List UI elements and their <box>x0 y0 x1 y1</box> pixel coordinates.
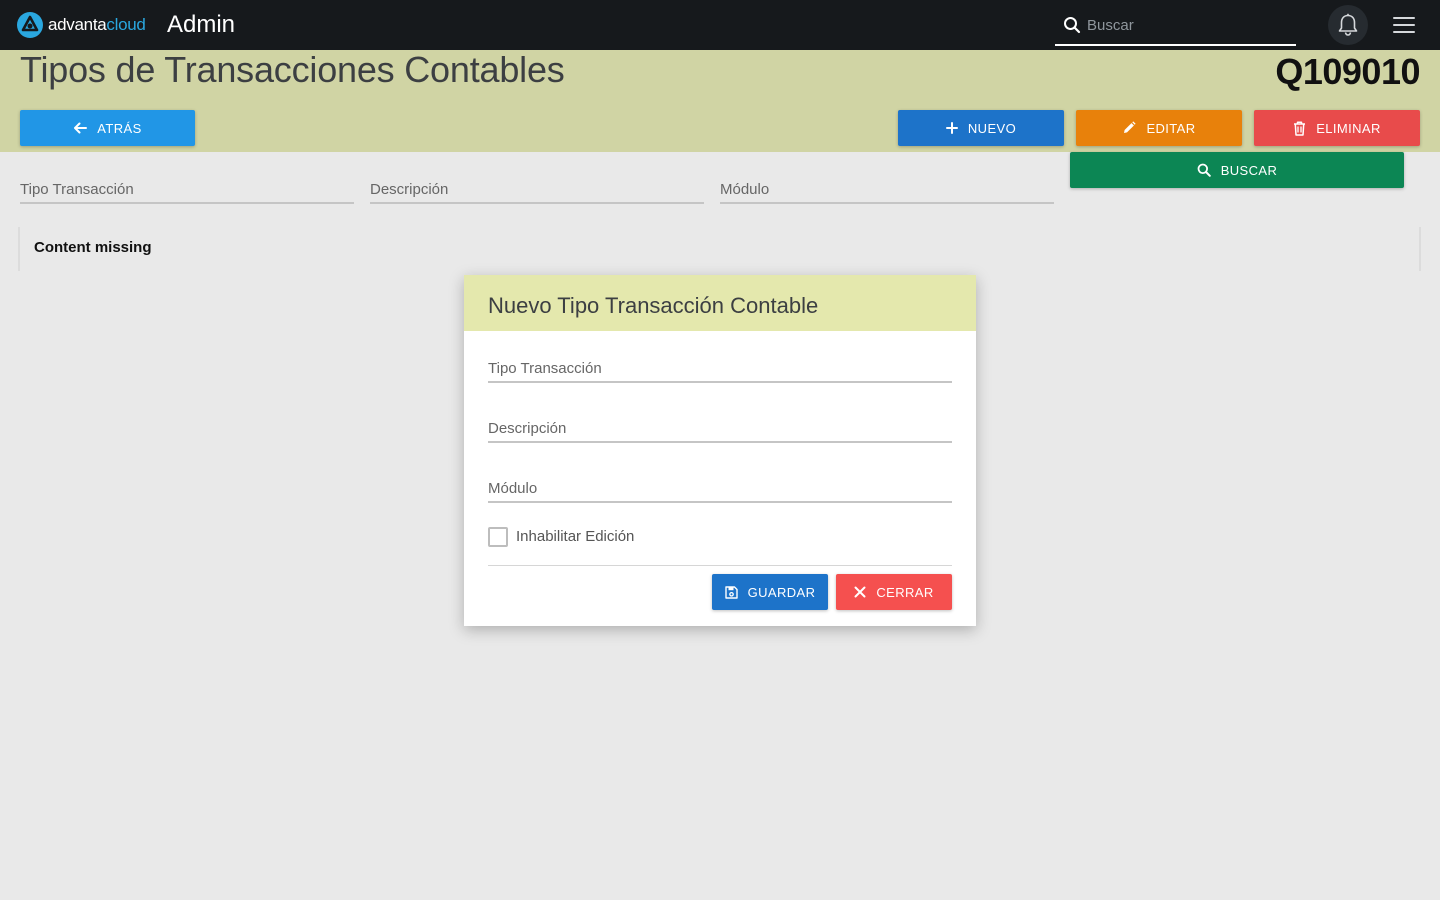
modulo-field[interactable]: Módulo <box>488 477 952 503</box>
filter-descripcion[interactable]: Descripción <box>370 178 704 204</box>
close-button[interactable]: CERRAR <box>836 574 952 610</box>
back-button-label: ATRÁS <box>97 120 142 136</box>
page-code: Q109010 <box>1275 51 1420 92</box>
trash-icon <box>1294 120 1306 136</box>
app-title: Admin <box>167 11 236 38</box>
global-search <box>1055 8 1296 46</box>
brand-name-part1: advanta <box>48 15 107 34</box>
search-icon <box>1197 163 1211 177</box>
pencil-icon <box>1124 121 1137 133</box>
save-button-label: GUARDAR <box>747 584 816 600</box>
close-icon <box>854 586 866 598</box>
filter-tipo-transaccion[interactable]: Tipo Transacción <box>20 178 354 204</box>
tipo-transaccion-field[interactable]: Tipo Transacción <box>488 357 952 383</box>
descripcion-field[interactable]: Descripción <box>488 417 952 443</box>
search-button[interactable]: BUSCAR <box>1070 152 1404 188</box>
back-button[interactable]: ATRÁS <box>20 110 195 146</box>
arrow-left-icon <box>74 122 88 134</box>
delete-button[interactable]: ELIMINAR <box>1254 110 1420 146</box>
save-button[interactable]: GUARDAR <box>712 574 828 610</box>
advantacloud-logo-icon[interactable] <box>16 11 44 39</box>
filter-modulo[interactable]: Módulo <box>720 178 1054 204</box>
dialog-divider <box>488 565 952 566</box>
bell-icon <box>1338 13 1358 36</box>
top-navigation-bar: advantacloud Admin <box>0 0 1440 50</box>
new-button[interactable]: NUEVO <box>898 110 1064 146</box>
results-panel: Content missing <box>18 227 1421 271</box>
global-search-input[interactable] <box>1087 12 1287 38</box>
floppy-disk-icon <box>724 585 738 599</box>
plus-icon <box>945 122 958 134</box>
content-missing-message: Content missing <box>34 239 152 256</box>
hamburger-menu-icon[interactable] <box>1393 17 1415 35</box>
search-icon <box>1064 17 1081 34</box>
dialog-title: Nuevo Tipo Transacción Contable <box>488 293 819 318</box>
search-button-label: BUSCAR <box>1220 162 1278 178</box>
new-transaction-type-dialog: Nuevo Tipo Transacción Contable Tipo Tra… <box>464 275 976 626</box>
notifications-button[interactable] <box>1328 5 1368 45</box>
close-button-label: CERRAR <box>876 584 934 600</box>
disable-edit-label: Inhabilitar Edición <box>516 528 635 545</box>
delete-button-label: ELIMINAR <box>1316 120 1381 136</box>
page-title: Tipos de Transacciones Contables <box>20 49 565 90</box>
brand-name-part2: cloud <box>106 15 146 34</box>
brand-name[interactable]: advantacloud <box>48 14 146 36</box>
disable-edit-checkbox[interactable] <box>488 527 508 547</box>
dialog-header: Nuevo Tipo Transacción Contable <box>464 275 976 331</box>
edit-button[interactable]: EDITAR <box>1076 110 1242 146</box>
edit-button-label: EDITAR <box>1146 120 1196 136</box>
new-button-label: NUEVO <box>967 120 1017 136</box>
